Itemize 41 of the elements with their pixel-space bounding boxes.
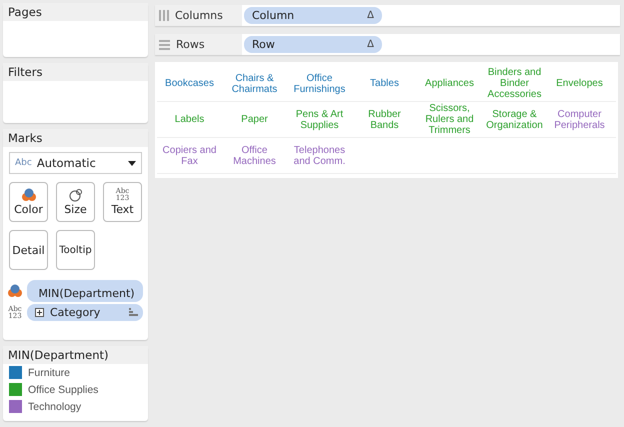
category-label: Labels [174, 113, 206, 127]
caret-icon [128, 160, 136, 166]
marks-button[interactable]: Detail [9, 230, 48, 270]
category-label: Copiers and Fax [162, 144, 218, 168]
category-label: Tables [369, 77, 400, 91]
category-label: Rubber Bands [367, 108, 402, 132]
category-label: Paper [240, 113, 269, 127]
field-pill[interactable]: MIN(Department) [27, 280, 143, 302]
panel-title: Filters [3, 63, 148, 81]
color-icon [7, 284, 23, 298]
category-label: Office Furnishings [292, 72, 346, 96]
panel-title: Marks [3, 129, 148, 147]
rows-icon [159, 40, 170, 50]
category-label: Pens & Art Supplies [294, 108, 344, 132]
shelf-label: Columns [175, 9, 223, 22]
legend-title: MIN(Department) [3, 346, 148, 364]
size-icon [68, 188, 82, 202]
size-button[interactable]: Size [56, 182, 95, 222]
category-label: Bookcases [164, 77, 215, 91]
category-label: Chairs & Chairmats [230, 72, 278, 96]
field-pill[interactable]: Category [27, 304, 143, 321]
category-label: Computer Peripherals [553, 108, 606, 132]
category-label: Binders and Binder Accessories [486, 66, 542, 101]
legend-label: Office Supplies [28, 384, 98, 396]
shelf-pill[interactable]: Row Δ [244, 36, 382, 53]
panel-title: Pages [3, 3, 148, 21]
mark-type-dropdown[interactable]: Abc Automatic [9, 152, 142, 174]
columns-icon [159, 10, 169, 21]
category-label: Telephones and Comm. [292, 144, 346, 168]
legend-label: Furniture [28, 366, 70, 378]
shelf-pill[interactable]: Column Δ [244, 7, 382, 24]
marks-button[interactable]: Tooltip [56, 230, 95, 270]
legend-label: Technology [28, 400, 82, 412]
category-label: Office Machines [232, 144, 277, 168]
color-button[interactable]: Color [9, 182, 48, 222]
category-label: Envelopes [555, 77, 604, 91]
category-label: Appliances [424, 77, 475, 91]
category-label: Scissors, Rulers and Trimmers [424, 102, 475, 137]
color-icon [20, 188, 36, 202]
shelf-label: Rows [176, 38, 205, 51]
category-label: Storage & Organization [485, 108, 544, 132]
